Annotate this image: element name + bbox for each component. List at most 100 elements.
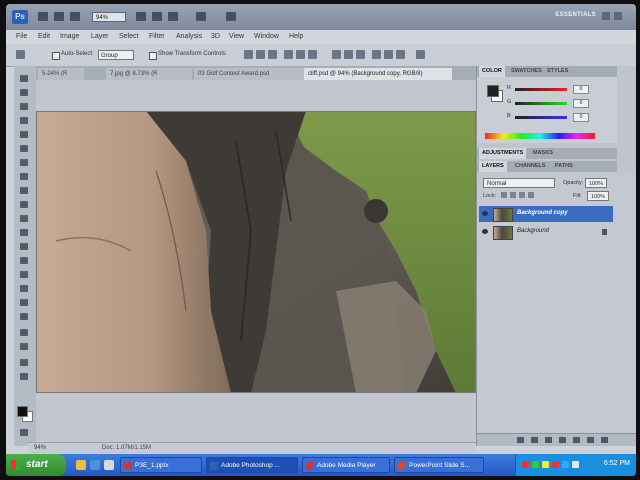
eraser-tool-icon[interactable] xyxy=(19,214,30,223)
lock-pixels-icon[interactable] xyxy=(510,192,516,198)
workspace-switcher[interactable]: ESSENTIALS xyxy=(555,12,596,18)
auto-select-dropdown[interactable]: Group xyxy=(98,50,134,60)
auto-select-checkbox[interactable] xyxy=(52,52,60,60)
crop-tool-icon[interactable] xyxy=(19,130,30,139)
taskbar-button-media-player[interactable]: Adobe Media Player xyxy=(302,457,390,473)
zoom-level-select[interactable]: 94% xyxy=(92,12,126,22)
align-left-icon[interactable] xyxy=(284,50,293,59)
tab-paths[interactable]: PATHS xyxy=(555,163,573,169)
doc-tab-3[interactable]: 03 Golf Contest Award.psd xyxy=(194,68,304,80)
shape-tool-icon[interactable] xyxy=(19,312,30,321)
color-spectrum-ramp[interactable] xyxy=(485,133,595,139)
blend-mode-select[interactable]: Normal xyxy=(483,178,555,188)
new-group-icon[interactable] xyxy=(573,437,580,443)
doc-tab-active[interactable]: cliff.psd @ 94% (Background copy, RGB/8) xyxy=(304,68,452,80)
taskbar-button-photoshop[interactable]: Adobe Photoshop ... xyxy=(206,457,298,473)
menu-view[interactable]: View xyxy=(229,33,244,40)
distribute-bottom-icon[interactable] xyxy=(356,50,365,59)
menu-3d[interactable]: 3D xyxy=(211,33,220,40)
tray-icon-3[interactable] xyxy=(542,461,549,468)
marquee-tool-icon[interactable] xyxy=(19,88,30,97)
align-middle-icon[interactable] xyxy=(256,50,265,59)
tab-channels[interactable]: CHANNELS xyxy=(515,163,546,169)
document-canvas[interactable] xyxy=(36,80,476,442)
quicklaunch-desktop-icon[interactable] xyxy=(90,460,100,470)
zoom-tool-icon[interactable] xyxy=(152,12,162,21)
menu-image[interactable]: Image xyxy=(60,33,79,40)
align-bottom-icon[interactable] xyxy=(268,50,277,59)
volume-icon[interactable] xyxy=(572,461,579,468)
menu-analysis[interactable]: Analysis xyxy=(176,33,202,40)
visibility-eye-icon[interactable] xyxy=(482,229,488,234)
start-button[interactable]: start xyxy=(6,454,66,476)
align-right-icon[interactable] xyxy=(308,50,317,59)
visibility-eye-icon[interactable] xyxy=(482,211,488,216)
blur-tool-icon[interactable] xyxy=(19,242,30,251)
layer-style-icon[interactable] xyxy=(531,437,538,443)
add-mask-icon[interactable] xyxy=(545,437,552,443)
menu-select[interactable]: Select xyxy=(119,33,138,40)
tab-masks[interactable]: MASKS xyxy=(533,150,553,156)
align-top-icon[interactable] xyxy=(244,50,253,59)
path-selection-tool-icon[interactable] xyxy=(19,298,30,307)
mini-bridge-icon[interactable] xyxy=(54,12,64,21)
distribute-top-icon[interactable] xyxy=(332,50,341,59)
cliff-photo[interactable] xyxy=(36,111,476,393)
eyedropper-tool-icon[interactable] xyxy=(19,144,30,153)
tray-icon-5[interactable] xyxy=(562,461,569,468)
hand-tool-icon[interactable] xyxy=(136,12,146,21)
lock-position-icon[interactable] xyxy=(519,192,525,198)
doc-tab-2[interactable]: 7.jpg @ 8.73% (R xyxy=(106,68,192,80)
lock-transparency-icon[interactable] xyxy=(501,192,507,198)
adjustment-layer-icon[interactable] xyxy=(559,437,566,443)
tab-color[interactable]: COLOR xyxy=(479,66,505,77)
type-tool-icon[interactable] xyxy=(19,284,30,293)
quick-select-tool-icon[interactable] xyxy=(19,116,30,125)
color-panel-fg-swatch[interactable] xyxy=(487,85,499,97)
zoom-indicator[interactable]: 94% xyxy=(34,445,46,451)
document-size[interactable]: Doc: 1.07M/1.15M xyxy=(102,445,151,451)
tray-icon-4[interactable] xyxy=(552,461,559,468)
menu-edit[interactable]: Edit xyxy=(38,33,50,40)
history-brush-tool-icon[interactable] xyxy=(19,200,30,209)
3d-rotate-tool-icon[interactable] xyxy=(19,328,30,337)
3d-camera-tool-icon[interactable] xyxy=(19,342,30,351)
green-value[interactable]: 0 xyxy=(573,99,589,108)
menu-file[interactable]: File xyxy=(16,33,27,40)
blue-value[interactable]: 0 xyxy=(573,113,589,122)
fill-input[interactable]: 100% xyxy=(587,191,609,201)
move-tool-icon[interactable] xyxy=(19,74,30,83)
lasso-tool-icon[interactable] xyxy=(19,102,30,111)
menu-filter[interactable]: Filter xyxy=(149,33,165,40)
red-value[interactable]: 0 xyxy=(573,85,589,94)
tray-icon-2[interactable] xyxy=(532,461,539,468)
gradient-tool-icon[interactable] xyxy=(19,228,30,237)
zoom-tool-icon[interactable] xyxy=(19,372,30,381)
align-center-icon[interactable] xyxy=(296,50,305,59)
delete-layer-icon[interactable] xyxy=(601,437,608,443)
distribute-left-icon[interactable] xyxy=(372,50,381,59)
new-layer-icon[interactable] xyxy=(587,437,594,443)
arrange-documents-icon[interactable] xyxy=(196,12,206,21)
taskbar-button-pptx[interactable]: P3E_1.pptx xyxy=(120,457,202,473)
layer-row-background-copy[interactable]: Background copy xyxy=(479,206,613,222)
menu-window[interactable]: Window xyxy=(254,33,279,40)
system-clock[interactable]: 6:52 PM xyxy=(604,460,630,467)
distribute-center-icon[interactable] xyxy=(384,50,393,59)
move-tool-preset-icon[interactable] xyxy=(16,50,25,59)
minimize-button[interactable] xyxy=(602,12,610,20)
healing-brush-tool-icon[interactable] xyxy=(19,158,30,167)
dodge-tool-icon[interactable] xyxy=(19,256,30,265)
menu-layer[interactable]: Layer xyxy=(91,33,109,40)
blue-slider[interactable] xyxy=(515,116,567,119)
tray-icon-1[interactable] xyxy=(522,461,529,468)
extras-icon[interactable] xyxy=(70,12,80,21)
quick-mask-icon[interactable] xyxy=(19,428,30,437)
distribute-middle-icon[interactable] xyxy=(344,50,353,59)
clone-stamp-tool-icon[interactable] xyxy=(19,186,30,195)
taskbar-button-slideshow[interactable]: PowerPoint Slide S... xyxy=(394,457,484,473)
link-layers-icon[interactable] xyxy=(517,437,524,443)
maximize-button[interactable] xyxy=(614,12,622,20)
layer-row-background[interactable]: Background xyxy=(479,224,613,240)
doc-tab-1[interactable]: 5-24% (R xyxy=(38,68,84,80)
